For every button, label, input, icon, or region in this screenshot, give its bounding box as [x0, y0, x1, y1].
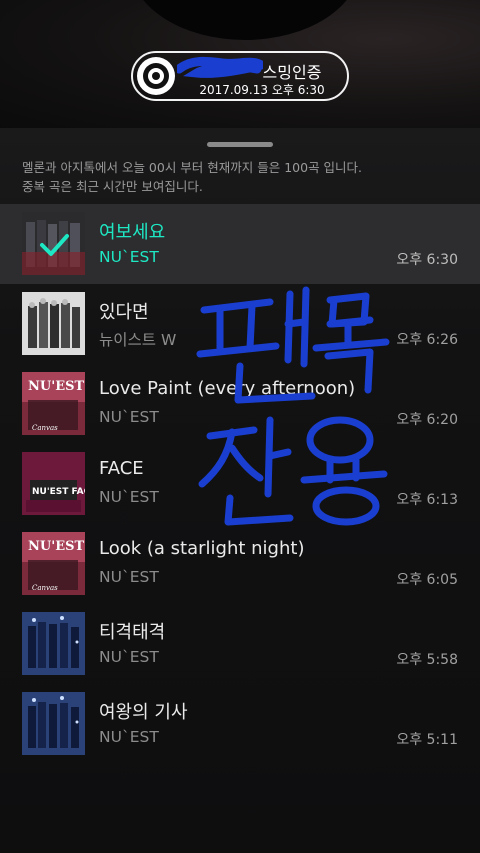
track-artist: NU`EST: [99, 568, 159, 586]
album-cover: [22, 292, 85, 355]
redaction-scribble: [177, 56, 263, 78]
album-cover: [22, 692, 85, 755]
svg-text:Canvas: Canvas: [32, 584, 58, 592]
track-time: 오후 6:20: [396, 412, 458, 428]
notice-line-2: 중복 곡은 최근 시간만 보여집니다.: [22, 179, 203, 194]
album-cover: [22, 212, 85, 275]
drag-handle[interactable]: [207, 142, 273, 147]
badge-datetime: 2017.09.13 오후 6:30: [199, 83, 325, 97]
track-row[interactable]: 티격태격 NU`EST 오후 5:58: [0, 604, 480, 684]
track-artist: NU`EST: [99, 488, 159, 506]
track-artist: NU`EST: [99, 648, 159, 666]
streaming-proof-badge: 스밍인증 2017.09.13 오후 6:30: [131, 51, 349, 101]
track-row[interactable]: 있다면 뉴이스트 W 오후 6:26: [0, 284, 480, 364]
track-title: Love Paint (every afternoon): [99, 378, 356, 399]
track-title: Look (a starlight night): [99, 538, 305, 559]
track-row[interactable]: NU'EST Canvas Look (a starlight night) N…: [0, 524, 480, 604]
track-artist: 뉴이스트 W: [99, 331, 177, 349]
track-time: 오후 5:58: [396, 652, 458, 668]
svg-text:NU'EST FACE: NU'EST FACE: [32, 487, 85, 497]
album-cover: NU'EST Canvas: [22, 372, 85, 435]
album-cover: NU'EST Canvas: [22, 532, 85, 595]
track-artist: NU`EST: [99, 728, 159, 746]
track-title: 있다면: [99, 302, 149, 323]
track-time: 오후 5:11: [396, 732, 458, 748]
track-title: FACE: [99, 458, 144, 479]
notice-text: 멜론과 아지톡에서 오늘 00시 부터 현재까지 들은 100곡 입니다. 중복…: [22, 158, 462, 196]
track-title: 티격태격: [99, 622, 166, 643]
track-time: 오후 6:05: [396, 572, 458, 588]
track-artist: NU`EST: [99, 248, 159, 266]
svg-text:NU'EST: NU'EST: [28, 539, 84, 554]
track-row[interactable]: NU'EST FACE FACE NU`EST 오후 6:13: [0, 444, 480, 524]
track-time: 오후 6:30: [396, 252, 458, 268]
badge-title-text: 스밍인증: [262, 63, 322, 82]
svg-text:NU'EST: NU'EST: [28, 379, 84, 394]
notice-line-1: 멜론과 아지톡에서 오늘 00시 부터 현재까지 들은 100곡 입니다.: [22, 160, 363, 175]
svg-text:Canvas: Canvas: [32, 424, 58, 432]
disc-logo-icon: [137, 57, 175, 95]
track-artist: NU`EST: [99, 408, 159, 426]
track-time: 오후 6:13: [396, 492, 458, 508]
track-row[interactable]: 여보세요 NU`EST 오후 6:30: [0, 204, 480, 284]
track-row[interactable]: NU'EST Canvas Love Paint (every afternoo…: [0, 364, 480, 444]
track-time: 오후 6:26: [396, 332, 458, 348]
album-cover: NU'EST FACE: [22, 452, 85, 515]
track-row[interactable]: 여왕의 기사 NU`EST 오후 5:11: [0, 684, 480, 764]
track-title: 여보세요: [99, 222, 166, 243]
album-cover: [22, 612, 85, 675]
check-icon: [40, 234, 69, 256]
track-title: 여왕의 기사: [99, 702, 188, 723]
